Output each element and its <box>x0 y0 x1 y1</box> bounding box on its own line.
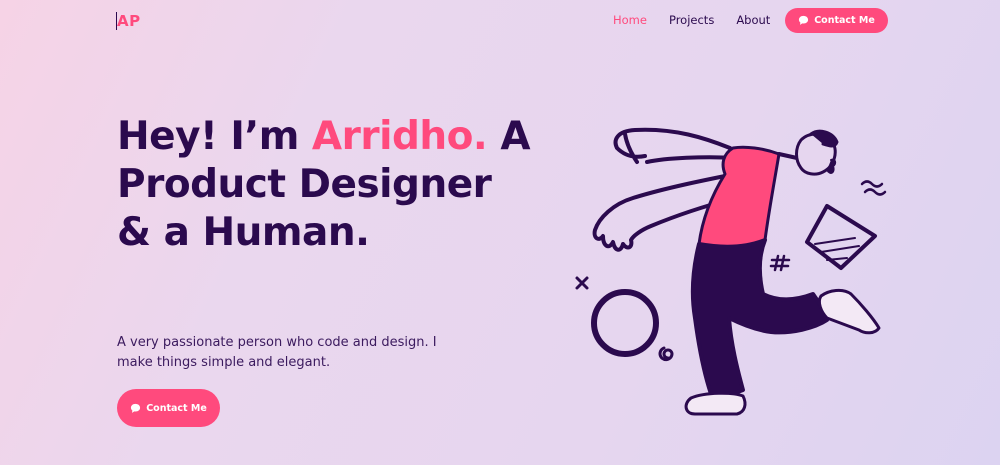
hero-subtitle: A very passionate person who code and de… <box>117 335 437 370</box>
nav-link-home[interactable]: Home <box>613 13 647 27</box>
chat-bubble-icon <box>130 403 141 414</box>
hero-contact-label: Contact Me <box>146 402 207 414</box>
hero-title: Hey! I’m Arridho. A Product Designer & a… <box>117 113 537 257</box>
text-cursor <box>116 12 117 30</box>
nav-links: Home Projects About <box>613 13 770 27</box>
top-nav: AP Home Projects About Contact Me <box>0 0 1000 42</box>
chat-bubble-icon <box>798 15 809 26</box>
hero-greeting: Hey! I’m <box>117 114 299 159</box>
nav-contact-label: Contact Me <box>814 15 875 26</box>
logo-text: AP <box>117 12 141 30</box>
nav-contact-button[interactable]: Contact Me <box>785 8 888 33</box>
nav-link-projects[interactable]: Projects <box>669 13 714 27</box>
dancing-person-illustration <box>565 118 895 423</box>
logo[interactable]: AP <box>116 12 141 30</box>
nav-link-about[interactable]: About <box>736 13 770 27</box>
hero-contact-button[interactable]: Contact Me <box>117 389 220 427</box>
hero-name: Arridho. <box>311 114 488 159</box>
